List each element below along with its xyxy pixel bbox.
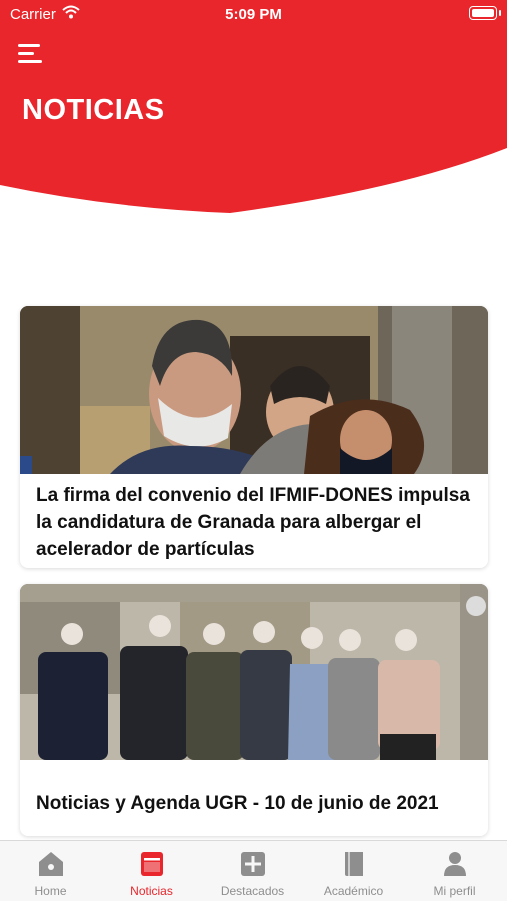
tab-label: Noticias (130, 884, 173, 898)
tab-bar: Home Noticias Destacados Académico Mi pe… (0, 840, 507, 901)
tab-label: Académico (323, 884, 384, 898)
article-image (20, 584, 488, 760)
header: Carrier 5:09 PM NOTICIAS (0, 0, 507, 220)
tab-academico[interactable]: Académico (303, 841, 404, 901)
book-icon (345, 852, 363, 876)
tab-label: Home (34, 884, 67, 898)
tab-label: Destacados (220, 884, 285, 898)
tab-noticias[interactable]: Noticias (101, 841, 202, 901)
clock: 5:09 PM (225, 6, 282, 23)
tab-destacados[interactable]: Destacados (202, 841, 303, 901)
person-icon (444, 852, 466, 876)
page-title: NOTICIAS (22, 94, 165, 126)
article-card[interactable]: Noticias y Agenda UGR - 10 de junio de 2… (20, 584, 488, 836)
article-card[interactable]: La firma del convenio del IFMIF-DONES im… (20, 306, 488, 568)
article-image (20, 306, 488, 474)
tab-home[interactable]: Home (0, 841, 101, 901)
article-title: Noticias y Agenda UGR - 10 de junio de 2… (36, 793, 439, 814)
tab-label: Mi perfil (433, 884, 476, 898)
battery-icon (469, 6, 501, 20)
home-icon (39, 852, 63, 876)
plus-square-icon (241, 852, 265, 876)
menu-button[interactable] (18, 42, 44, 64)
tab-mi-perfil[interactable]: Mi perfil (404, 841, 505, 901)
article-title: La firma del convenio del IFMIF-DONES im… (36, 485, 470, 560)
status-bar: Carrier 5:09 PM (0, 0, 507, 30)
news-icon (141, 852, 163, 876)
